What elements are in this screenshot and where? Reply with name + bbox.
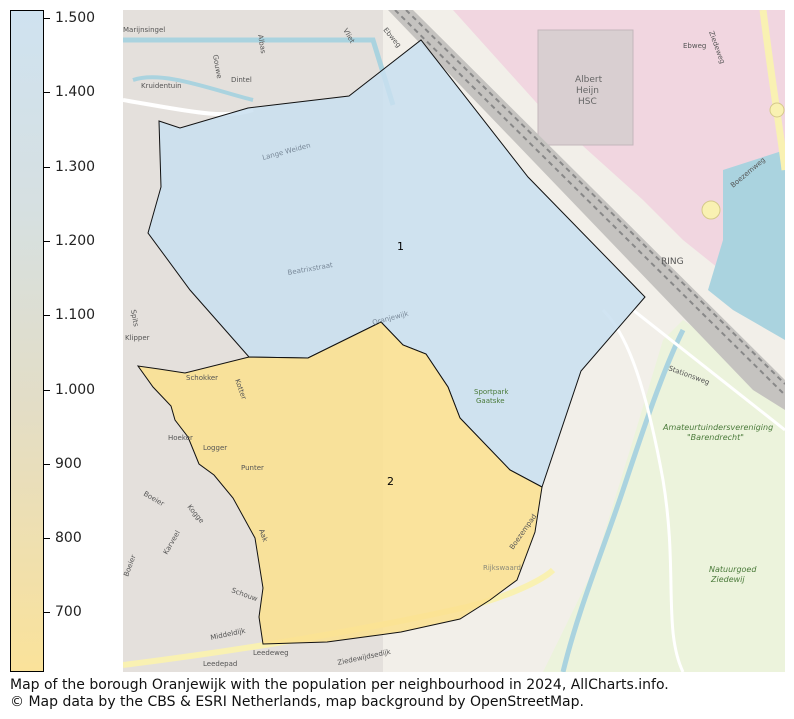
street-label: Marijnsingel [123, 26, 165, 34]
map-canvas[interactable]: 1 2 Albert Heijn HSC RING Amateurtuinder… [123, 10, 785, 672]
map-caption: Map of the borough Oranjewijk with the p… [10, 677, 669, 711]
legend-tick-label: 1.400 [55, 84, 96, 101]
map-svg: 1 2 Albert Heijn HSC RING Amateurtuinder… [123, 10, 785, 672]
legend-tick-label: 800 [55, 530, 82, 547]
caption-line-1: Map of the borough Oranjewijk with the p… [10, 677, 669, 693]
legend-tick-mark [44, 240, 50, 242]
street-label: Klipper [125, 334, 150, 342]
legend-tick-label: 1.300 [55, 158, 96, 175]
albert-heijn-label-3: HSC [578, 97, 597, 107]
street-label: Kruidentuin [141, 82, 182, 90]
street-label: Ebweg [683, 42, 706, 50]
legend-tick-mark [44, 315, 50, 317]
albert-heijn-label-2: Heijn [576, 86, 599, 96]
street-label: Dintel [231, 76, 252, 84]
sportpark-label-2: Gaatske [476, 397, 505, 405]
amateur-label-2: "Barendrecht" [687, 433, 744, 442]
street-label: Leedepad [203, 660, 237, 668]
street-label: Logger [203, 444, 227, 452]
legend-tick-label: 700 [55, 604, 82, 621]
caption-line-2: © Map data by the CBS & ESRI Netherlands… [10, 694, 584, 710]
roundabout [701, 200, 721, 220]
neighbourhood-2-label: 2 [387, 475, 394, 488]
roundabout-2 [769, 102, 785, 118]
legend-tick-label: 1.000 [55, 381, 96, 398]
street-label: Punter [241, 464, 264, 472]
street-label: Schokker [186, 374, 218, 382]
legend-tick-mark [44, 463, 50, 465]
legend-tick-mark [44, 166, 50, 168]
legend-tick-label: 1.500 [55, 10, 96, 26]
amateur-label: Amateurtuindersvereniging [662, 423, 773, 432]
legend-tick-label: 1.100 [55, 307, 96, 324]
natuur-label-2: Ziedewij [710, 575, 745, 584]
street-label: Rijkswaard [483, 564, 521, 572]
ring-label: RING [661, 257, 684, 267]
street-label: Hoeker [168, 434, 193, 442]
neighbourhood-1-label: 1 [397, 240, 404, 253]
legend-tick-mark [44, 92, 50, 94]
legend-tick-mark [44, 538, 50, 540]
legend-tick-mark [44, 18, 50, 19]
legend-tick-label: 900 [55, 455, 82, 472]
legend-tick-mark [44, 612, 50, 614]
legend-tick-mark [44, 389, 50, 391]
albert-heijn-label: Albert [575, 75, 603, 85]
natuur-label: Natuurgoed [709, 565, 757, 574]
legend-colorbar [10, 10, 44, 672]
street-label: Leedeweg [253, 649, 289, 657]
sportpark-label: Sportpark [474, 388, 509, 396]
legend-tick-label: 1.200 [55, 232, 96, 249]
